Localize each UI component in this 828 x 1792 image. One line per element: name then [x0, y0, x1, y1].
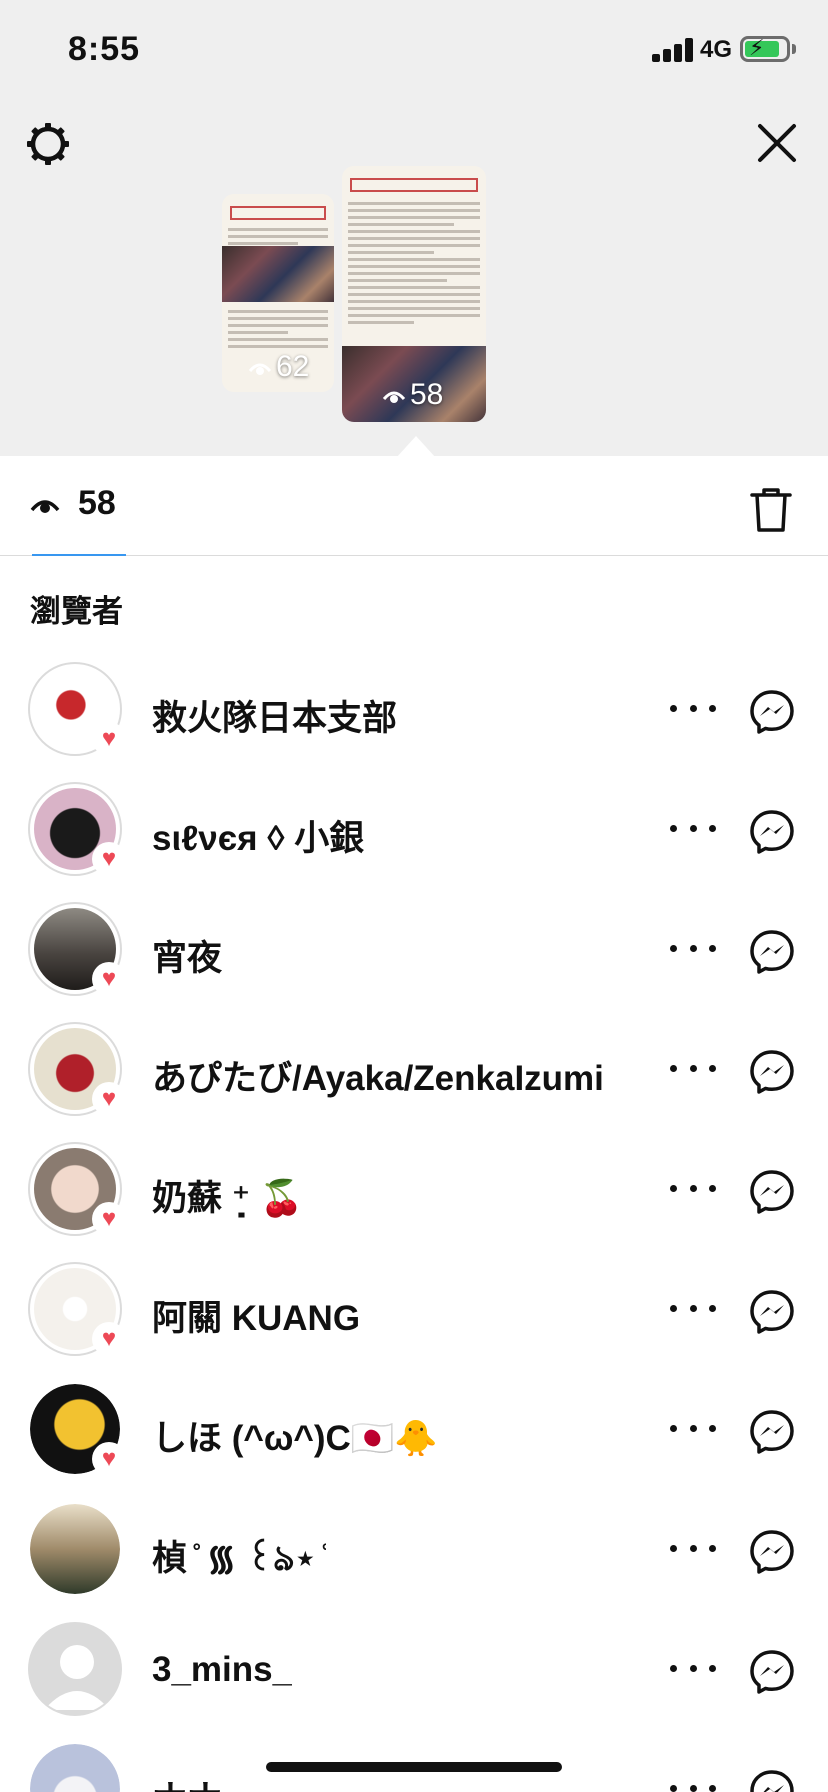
more-options-button[interactable] [670, 930, 716, 966]
more-options-button[interactable] [670, 1650, 716, 1686]
more-options-button[interactable] [670, 1290, 716, 1326]
viewer-name[interactable]: ѕιℓνєя ◊ 小銀 [152, 810, 364, 861]
messenger-button[interactable] [748, 1048, 796, 1096]
story-text [348, 202, 480, 328]
messenger-icon [750, 930, 794, 974]
battery-icon: ⚡ [740, 36, 790, 62]
close-icon [758, 124, 796, 162]
viewer-row: ♥ 宵夜 [0, 892, 828, 1012]
messenger-icon [750, 1530, 794, 1574]
more-options-button[interactable] [670, 690, 716, 726]
viewer-list: ♥ 救火隊日本支部 ♥ ѕιℓνєя ◊ 小銀 ♥ 宵夜 ♥ あぴたび/Ayak… [0, 652, 828, 1792]
story-thumbnail[interactable]: 62 [222, 194, 334, 392]
messenger-button[interactable] [748, 1408, 796, 1456]
messenger-button[interactable] [748, 1528, 796, 1576]
viewer-row: ♥ 救火隊日本支部 [0, 652, 828, 772]
more-options-button[interactable] [670, 1050, 716, 1086]
battery-cap [792, 44, 796, 54]
story-title-band [230, 206, 326, 220]
viewer-name[interactable]: しほ (^ω^)C🇯🇵🐥 [152, 1410, 438, 1461]
gear-icon [27, 123, 69, 165]
more-options-button[interactable] [670, 1530, 716, 1566]
messenger-button[interactable] [748, 1768, 796, 1792]
avatar[interactable] [28, 1502, 122, 1596]
heart-icon: ♥ [92, 1202, 126, 1236]
viewer-name[interactable]: 3_mins_ [152, 1650, 292, 1690]
more-options-button[interactable] [670, 1410, 716, 1446]
avatar[interactable] [28, 1742, 122, 1792]
messenger-icon [750, 1170, 794, 1214]
tab-indicator [32, 554, 126, 556]
heart-icon: ♥ [92, 842, 126, 876]
viewer-row: ♥ しほ (^ω^)C🇯🇵🐥 [0, 1372, 828, 1492]
status-time: 8:55 [68, 30, 141, 68]
viewer-name[interactable]: 救火隊日本支部 [152, 690, 397, 741]
trash-icon [750, 488, 792, 532]
eye-icon [248, 363, 272, 375]
heart-icon: ♥ [92, 1322, 126, 1356]
viewer-name[interactable]: ナナ [152, 1770, 222, 1792]
heart-icon: ♥ [92, 1082, 126, 1116]
viewer-name[interactable]: 奶蘇 ⁺̣ 🍒 [152, 1170, 304, 1221]
messenger-icon [750, 1050, 794, 1094]
eye-icon [30, 499, 60, 513]
story-preview-area: 8:55 4G ⚡ 62 58 [0, 0, 828, 458]
viewer-row: ♥ 阿關 KUANG [0, 1252, 828, 1372]
viewer-row: 楨 ̊ ᯾ ꒰ঌ⋆ ̊ [0, 1492, 828, 1612]
settings-button[interactable] [22, 118, 74, 170]
viewers-panel: 58 瀏覽者 ♥ 救火隊日本支部 ♥ ѕιℓνєя ◊ 小銀 ♥ 宵夜 ♥ あぴ… [0, 456, 828, 1792]
section-title-viewers: 瀏覽者 [30, 594, 123, 629]
viewer-name[interactable]: 阿關 KUANG [152, 1290, 360, 1341]
viewer-name[interactable]: あぴたび/Ayaka/ZenkaIzumi [152, 1050, 604, 1101]
more-options-button[interactable] [670, 1170, 716, 1206]
tab-row: 58 [0, 456, 828, 556]
messenger-button[interactable] [748, 1648, 796, 1696]
messenger-button[interactable] [748, 1168, 796, 1216]
heart-icon: ♥ [92, 962, 126, 996]
story-views: 58 [382, 378, 443, 412]
story-text [228, 310, 328, 352]
viewer-name[interactable]: 宵夜 [152, 930, 222, 981]
messenger-button[interactable] [748, 688, 796, 736]
more-options-button[interactable] [670, 1770, 716, 1792]
viewer-row: 3_mins_ [0, 1612, 828, 1732]
viewer-row: ♥ 奶蘇 ⁺̣ 🍒 [0, 1132, 828, 1252]
tab-views[interactable]: 58 [30, 484, 116, 523]
messenger-icon [750, 1290, 794, 1334]
story-views: 62 [248, 350, 309, 384]
close-button[interactable] [752, 118, 802, 168]
home-indicator[interactable] [266, 1762, 562, 1772]
heart-icon: ♥ [92, 722, 126, 756]
messenger-icon [750, 1650, 794, 1694]
eye-icon [382, 391, 406, 403]
messenger-icon [750, 810, 794, 854]
avatar-placeholder[interactable] [28, 1622, 122, 1716]
story-thumbnail-selected[interactable]: 58 [342, 166, 486, 422]
viewer-row: ♥ あぴたび/Ayaka/ZenkaIzumi [0, 1012, 828, 1132]
messenger-icon [750, 1770, 794, 1792]
messenger-button[interactable] [748, 808, 796, 856]
delete-story-button[interactable] [748, 486, 794, 534]
signal-icon [652, 38, 696, 62]
viewer-name[interactable]: 楨 ̊ ᯾ ꒰ঌ⋆ ̊ [152, 1530, 326, 1590]
messenger-icon [750, 1410, 794, 1454]
viewer-row: ♥ ѕιℓνєя ◊ 小銀 [0, 772, 828, 892]
story-photo [222, 246, 334, 302]
default-avatar-icon [44, 1645, 110, 1710]
messenger-button[interactable] [748, 928, 796, 976]
selected-story-pointer [396, 436, 436, 458]
status-bar: 8:55 4G ⚡ [0, 0, 828, 100]
heart-icon: ♥ [92, 1442, 126, 1476]
messenger-button[interactable] [748, 1288, 796, 1336]
more-options-button[interactable] [670, 810, 716, 846]
view-count: 58 [78, 484, 116, 522]
story-title-band [350, 178, 478, 192]
network-label: 4G [700, 36, 733, 63]
messenger-icon [750, 690, 794, 734]
